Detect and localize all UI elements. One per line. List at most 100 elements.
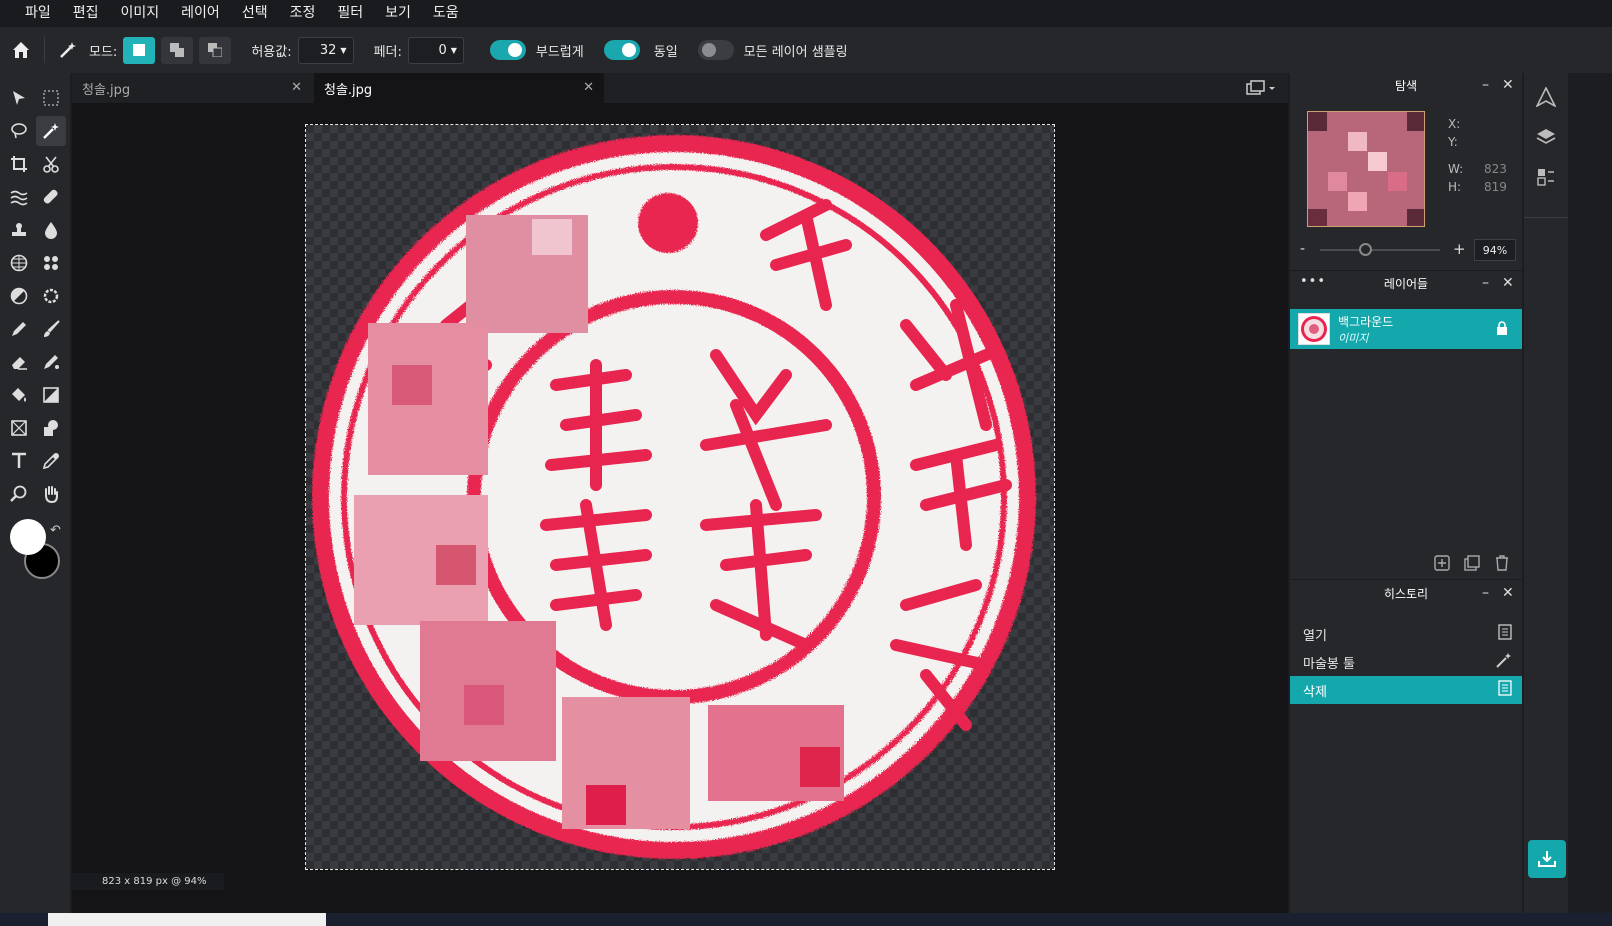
mode-new-selection-button[interactable] [123,36,156,64]
smart-brush-tool-icon[interactable] [36,347,66,377]
menu-edit[interactable]: 편집 [73,0,99,27]
healing-tool-icon[interactable] [36,182,66,212]
close-icon[interactable]: ✕ [1502,77,1514,93]
delete-layer-icon[interactable] [1494,555,1510,575]
smooth-label: 부드럽게 [535,44,584,60]
tab-document-active[interactable]: 청솔.jpg ✕ [314,73,604,103]
feather-value: 0 [438,42,447,58]
layer-type: 이미지 [1338,331,1369,345]
duplicate-layer-icon[interactable] [1464,555,1480,575]
close-icon[interactable]: ✕ [1502,275,1514,291]
swap-colors-icon[interactable]: ↶ [50,523,61,538]
menu-help[interactable]: 도움 [433,0,459,27]
document-tabs: 청솔.jpg ✕ 청솔.jpg ✕ [72,73,1288,103]
stamp-image [312,135,1036,859]
dodge-tool-icon[interactable] [4,281,34,311]
minimize-icon[interactable]: – [1482,77,1489,93]
move-tool-icon[interactable] [4,83,34,113]
feather-input[interactable]: 0 ▼ [407,36,464,64]
mode-subtract-selection-button[interactable] [199,36,232,64]
caret-down-icon: ▼ [340,45,347,55]
layers-panel-icon[interactable] [1536,127,1556,151]
zoom-tool-icon[interactable] [4,479,34,509]
pencil-tool-icon[interactable] [4,314,34,344]
menu-view[interactable]: 보기 [385,0,411,27]
history-item-selected[interactable]: 삭제 [1290,676,1522,704]
menu-select[interactable]: 선택 [242,0,268,27]
y-coordinate-label: Y: [1448,135,1458,149]
navigator-panel-icon[interactable] [1535,86,1557,111]
zoom-slider-handle[interactable] [1359,243,1372,256]
new-layer-icon[interactable] [1434,555,1450,575]
brush-tool-icon[interactable] [36,314,66,344]
taskbar-search-box[interactable] [48,913,326,926]
divider [1524,217,1568,218]
text-tool-icon[interactable] [4,446,34,476]
liquify-tool-icon[interactable] [4,182,34,212]
home-icon[interactable] [8,37,34,63]
tab-document[interactable]: 청솔.jpg ✕ [72,73,312,103]
history-item-label: 마술봉 툴 [1303,656,1355,672]
close-icon[interactable]: ✕ [291,80,302,95]
magic-wand-tool-icon[interactable] [36,116,66,146]
eyedropper-tool-icon[interactable] [36,446,66,476]
close-icon[interactable]: ✕ [583,80,594,95]
sponge-tool-icon[interactable] [36,281,66,311]
navigator-thumbnail[interactable] [1307,111,1425,227]
contiguous-toggle[interactable] [603,40,640,60]
height-value: 819 [1484,180,1507,194]
close-icon[interactable]: ✕ [1502,585,1514,601]
x-coordinate-label: X: [1448,117,1461,131]
minimize-icon[interactable]: – [1482,585,1489,601]
marquee-tool-icon[interactable] [36,83,66,113]
frame-tool-icon[interactable] [4,413,34,443]
color-replace-tool-icon[interactable] [36,248,66,278]
minimize-icon[interactable]: – [1482,275,1489,291]
menu-adjust[interactable]: 조정 [290,0,316,27]
blur-tool-icon[interactable] [36,215,66,245]
scissors-tool-icon[interactable] [36,149,66,179]
eraser-tool-icon[interactable] [4,347,34,377]
history-panel-icon[interactable] [1536,167,1556,191]
caret-down-icon: ▼ [450,45,457,55]
pattern-tool-icon[interactable] [4,248,34,278]
lasso-tool-icon[interactable] [4,116,34,146]
mode-add-selection-button[interactable] [161,36,194,64]
history-item[interactable]: 마술봉 툴 [1290,648,1522,676]
status-bar: 823 x 819 px @ 94% [72,873,224,890]
zoom-out-icon[interactable]: - [1300,241,1305,257]
gradient-tool-icon[interactable] [36,380,66,410]
download-button[interactable] [1528,840,1566,878]
sample-all-layers-label: 모든 레이어 샘플링 [743,44,848,60]
zoom-slider[interactable] [1320,249,1440,251]
menu-file[interactable]: 파일 [25,0,51,27]
history-item-label: 삭제 [1303,684,1327,700]
foreground-color-swatch[interactable] [10,519,46,555]
image-canvas[interactable] [305,124,1055,870]
menu-filter[interactable]: 필터 [337,0,363,27]
history-item[interactable]: 열기 [1290,620,1522,648]
layer-item[interactable]: 백그라운드 이미지 [1290,309,1522,349]
document-icon [1498,680,1512,700]
panel-icons-strip [1524,73,1568,913]
hand-tool-icon[interactable] [36,479,66,509]
mode-label: 모드: [89,44,118,60]
sample-all-layers-toggle[interactable] [697,40,734,60]
menu-layer[interactable]: 레이어 [181,0,220,27]
arrange-windows-icon[interactable] [1246,79,1280,97]
height-label: H: [1448,180,1462,194]
stamp-tool-icon[interactable] [4,215,34,245]
tool-options-bar: 모드: 허용값: 32 ▼ 페더: 0 ▼ 부드럽게 동일 모든 레이어 샘플링 [0,27,1612,73]
zoom-input[interactable]: 94% [1474,239,1516,261]
shape-tool-icon[interactable] [36,413,66,443]
zoom-in-icon[interactable]: + [1453,240,1466,258]
contiguous-label: 동일 [653,44,678,60]
magic-wand-icon [1496,652,1512,672]
menu-image[interactable]: 이미지 [121,0,160,27]
fill-tool-icon[interactable] [4,380,34,410]
lock-icon[interactable] [1496,320,1508,339]
smooth-toggle[interactable] [489,40,526,60]
tolerance-input[interactable]: 32 ▼ [297,36,354,64]
crop-tool-icon[interactable] [4,149,34,179]
right-panels: 탐색 – ✕ X: Y: W: 823 H: 819 - + 94% ••• 레… [1290,73,1522,913]
